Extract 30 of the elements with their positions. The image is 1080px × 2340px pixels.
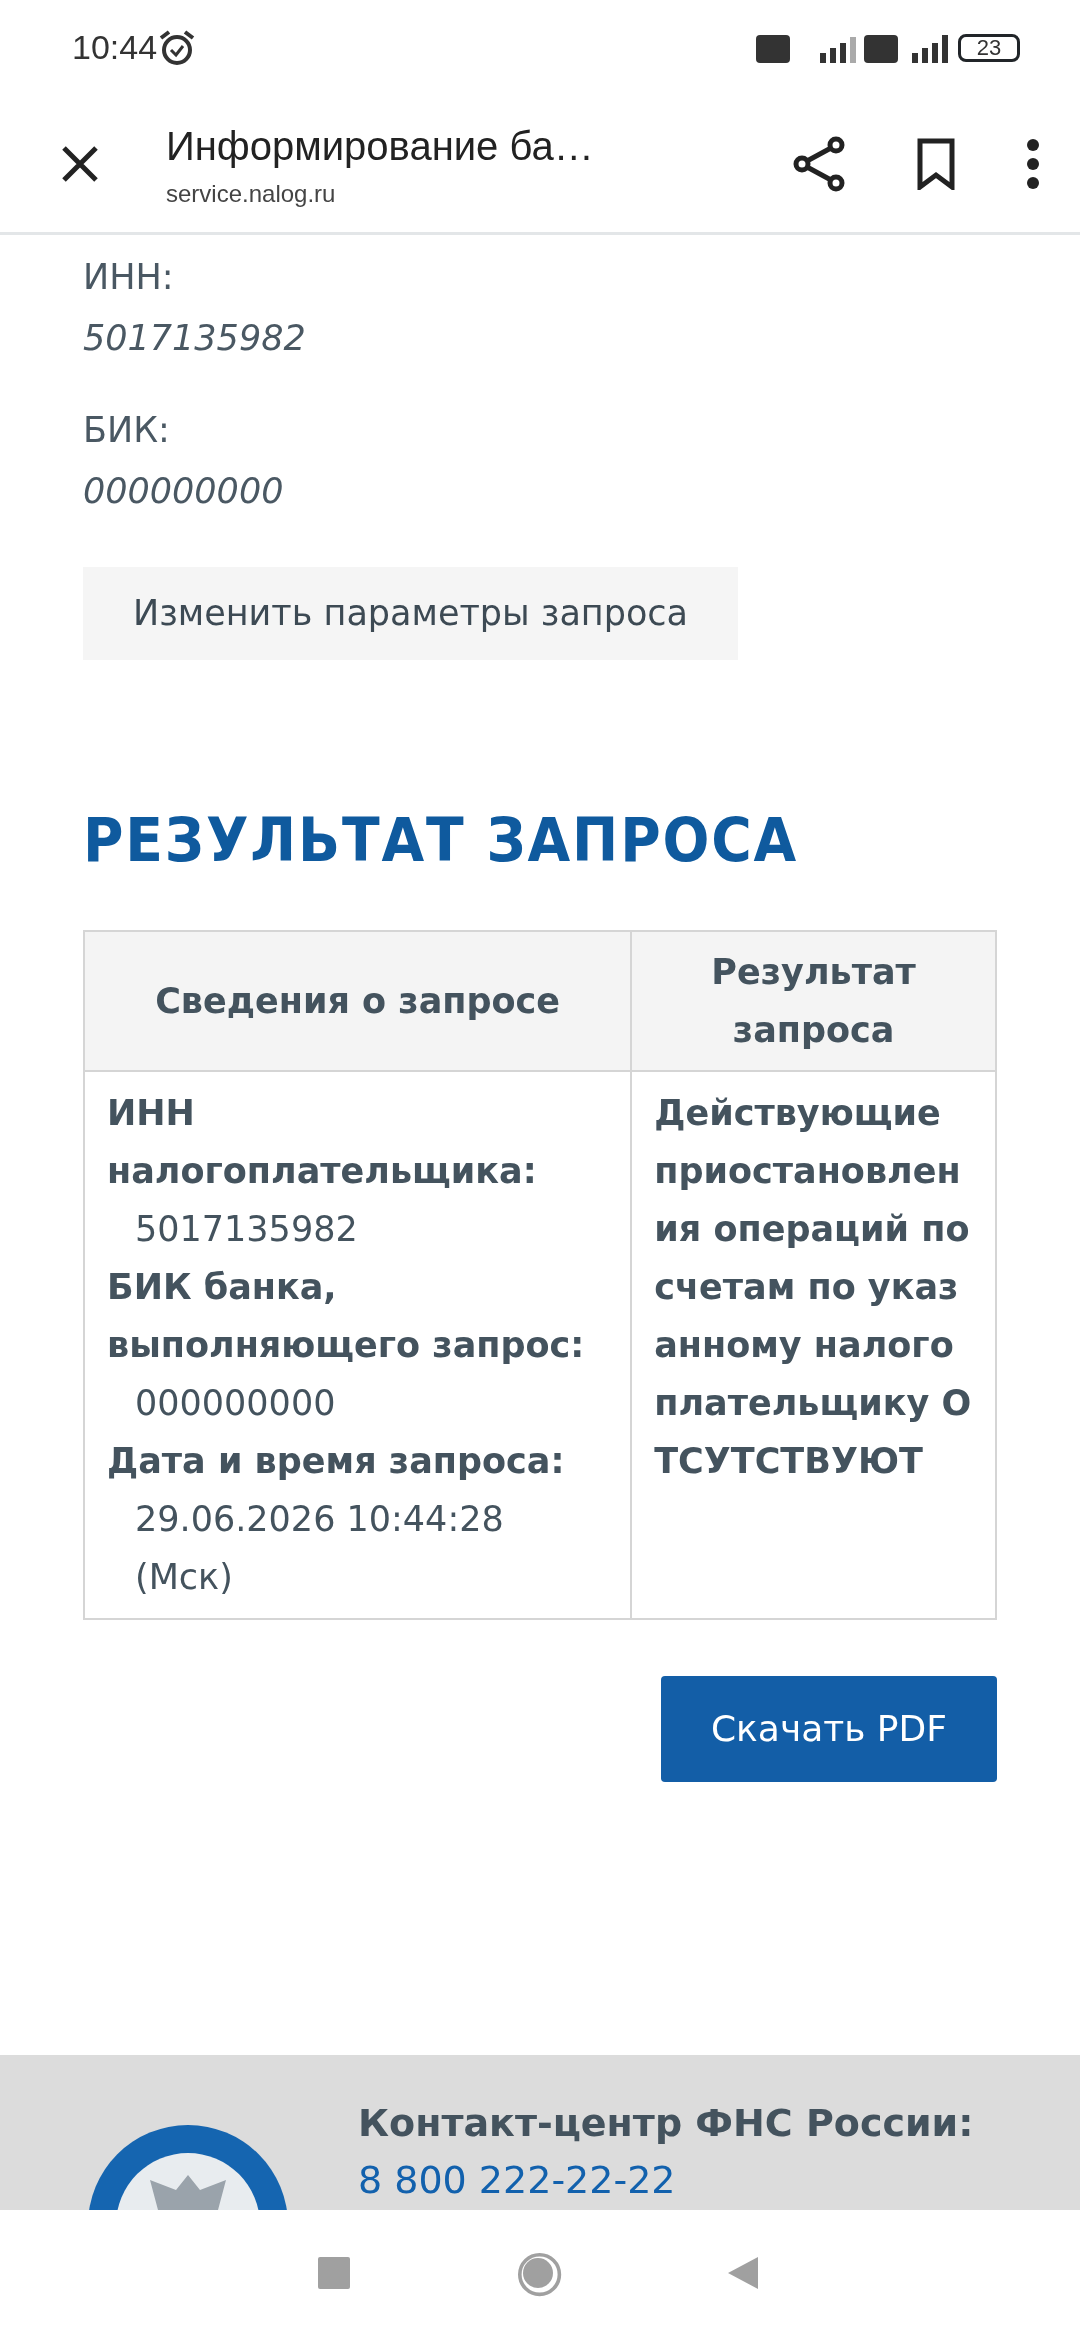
clock-text: 10:44: [72, 27, 158, 68]
field-label: БИК:: [83, 409, 171, 452]
menu-button[interactable]: [1026, 137, 1040, 190]
home-icon: [518, 2253, 562, 2297]
url-text: service.nalog.ru: [166, 178, 337, 209]
contact-title: Контакт-центр ФНС России:: [358, 2100, 974, 2147]
section-heading: РЕЗУЛЬТАТ ЗАПРОСА: [83, 803, 800, 877]
home-button[interactable]: [518, 2253, 562, 2297]
bookmark-button[interactable]: [916, 137, 956, 190]
detail-value: 5017135982: [134, 1207, 359, 1251]
detail-label: БИК банка, выполняющего запрос:: [107, 1265, 586, 1367]
download-pdf-button[interactable]: Скачать PDF: [660, 1675, 997, 1782]
field-value: 000000000: [83, 469, 285, 513]
column-header: Сведения о запросе: [84, 930, 632, 1071]
close-button[interactable]: [60, 143, 100, 184]
battery-indicator: 23: [958, 33, 1020, 62]
detail-value: 29.06.2026 10:44:28 (Мск): [134, 1497, 505, 1599]
detail-label: Дата и время запроса:: [107, 1439, 566, 1483]
column-header: Результат запроса: [631, 930, 996, 1071]
bookmark-icon: [916, 137, 956, 190]
field-value: 5017135982: [83, 316, 307, 360]
detail-label: ИНН налогоплательщика:: [107, 1091, 538, 1193]
result-text: Действующие приостановления операций по счетам по указанному налогоплательщику ОТСУТСТВУЮТ: [654, 1091, 973, 1483]
close-icon: [60, 143, 100, 184]
phone-link[interactable]: 8 800 222-22-22: [358, 2158, 676, 2202]
page-title: Информирование ба…: [166, 122, 595, 170]
field-label: ИНН:: [83, 256, 175, 299]
detail-value: 000000000: [134, 1381, 337, 1425]
change-params-button[interactable]: Изменить параметры запроса: [83, 567, 739, 660]
menu-icon: [1026, 137, 1040, 190]
